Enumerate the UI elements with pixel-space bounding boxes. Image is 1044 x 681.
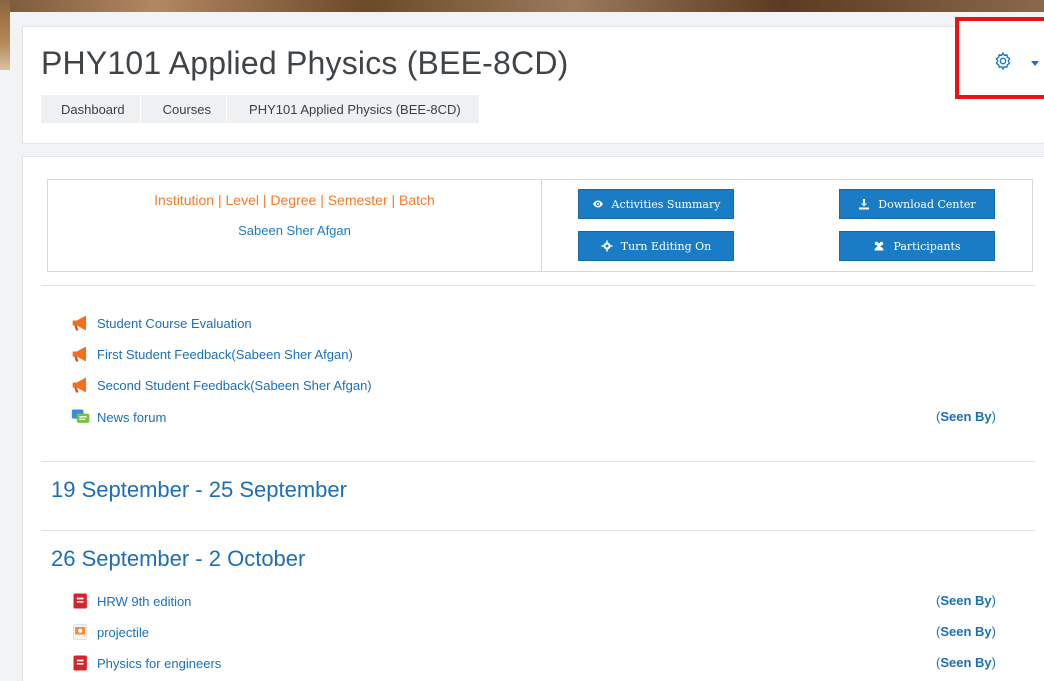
section-title[interactable]: 19 September - 25 September [51,477,347,503]
activity-projectile[interactable]: projectile [71,622,149,642]
megaphone-icon [72,346,86,362]
activities-summary-button[interactable]: Activities Summary [578,189,734,219]
info-divider [541,180,542,271]
megaphone-icon [72,315,86,331]
pdf-icon [73,593,87,609]
page-header: PHY101 Applied Physics (BEE-8CD) Dashboa… [22,26,1044,144]
activity-label: projectile [97,624,150,640]
teacher-link[interactable]: Sabeen Sher Afgan [48,223,541,238]
participants-button[interactable]: Participants [839,231,995,261]
course-actions-menu[interactable] [955,17,1044,99]
activity-label: News forum [97,409,167,425]
seen-by-label: Seen By [940,409,992,424]
activities-summary-label: Activities Summary [611,197,721,211]
eye-icon [592,200,603,208]
gear-icon[interactable] [993,51,1013,71]
cog-icon [601,240,613,252]
section-title[interactable]: 26 September - 2 October [51,546,305,572]
activity-news-forum[interactable]: News forum [71,407,166,427]
download-center-label: Download Center [878,197,976,211]
seen-by-link[interactable]: (Seen By) [936,593,996,608]
course-info-box: Institution | Level | Degree | Semester … [47,179,1033,272]
turn-editing-on-label: Turn Editing On [620,239,712,253]
users-icon [874,241,884,251]
section-divider [41,285,1035,286]
seen-by-link[interactable]: (Seen By) [936,409,996,424]
breadcrumb-courses[interactable]: Courses [141,95,235,123]
pptx-icon [73,624,88,640]
download-icon [859,199,870,210]
course-meta-links[interactable]: Institution | Level | Degree | Semester … [48,192,541,208]
activity-label: Student Course Evaluation [97,315,252,331]
download-center-button[interactable]: Download Center [839,189,995,219]
activity-label: Second Student Feedback(Sabeen Sher Afga… [97,377,372,393]
seen-by-label: Seen By [940,593,992,608]
megaphone-icon [72,377,86,393]
activity-label: First Student Feedback(Sabeen Sher Afgan… [97,346,353,362]
left-background-image [0,0,10,70]
activity-label: HRW 9th edition [97,593,192,609]
page-title: PHY101 Applied Physics (BEE-8CD) [41,45,569,81]
activity-physics-for-engineers[interactable]: Physics for engineers [71,653,221,673]
forum-icon [71,409,90,423]
activity-label: Physics for engineers [97,655,222,671]
seen-by-label: Seen By [940,624,992,639]
section-divider [41,530,1035,531]
activity-student-course-evaluation[interactable]: Student Course Evaluation [71,313,252,333]
course-content: Institution | Level | Degree | Semester … [22,156,1044,681]
header-background-image [0,0,1044,12]
breadcrumb: Dashboard Courses PHY101 Applied Physics… [41,95,479,123]
seen-by-link[interactable]: (Seen By) [936,624,996,639]
seen-by-label: Seen By [940,655,992,670]
turn-editing-on-button[interactable]: Turn Editing On [578,231,734,261]
breadcrumb-dashboard[interactable]: Dashboard [41,95,148,123]
activity-first-student-feedback[interactable]: First Student Feedback(Sabeen Sher Afgan… [71,344,353,364]
activity-second-student-feedback[interactable]: Second Student Feedback(Sabeen Sher Afga… [71,375,372,395]
section-divider [41,461,1035,462]
pdf-icon [73,655,87,671]
breadcrumb-current-course[interactable]: PHY101 Applied Physics (BEE-8CD) [227,95,479,123]
participants-label: Participants [893,239,961,253]
chevron-down-icon[interactable] [1031,61,1039,66]
activity-hrw-9th-edition[interactable]: HRW 9th edition [71,591,191,611]
seen-by-link[interactable]: (Seen By) [936,655,996,670]
